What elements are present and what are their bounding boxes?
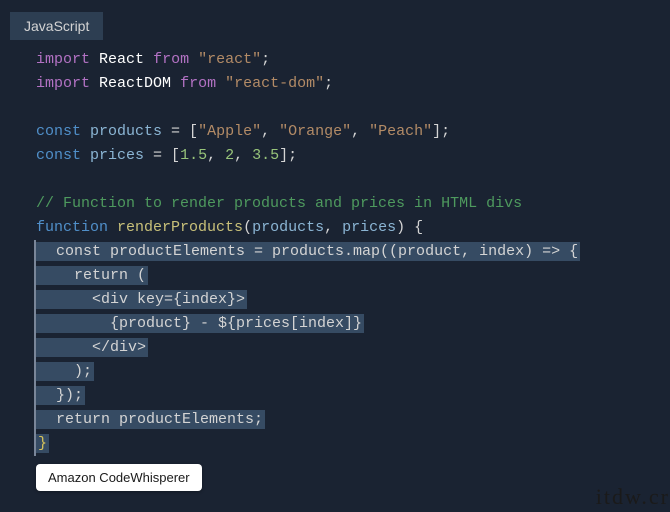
code-line: import ReactDOM from "react-dom";	[36, 72, 670, 96]
punct: ;	[324, 75, 333, 92]
module-name: React	[99, 51, 144, 68]
punct: ,	[234, 147, 252, 164]
keyword-import: import	[36, 75, 90, 92]
suggestion-line: });	[36, 384, 670, 408]
punct: ,	[351, 123, 369, 140]
suggestion-line: {product} - ${prices[index]}	[36, 312, 670, 336]
suggestion-line: );	[36, 360, 670, 384]
code-line: const prices = [1.5, 2, 3.5];	[36, 144, 670, 168]
string-literal: "react-dom"	[225, 75, 324, 92]
suggestion-line: return (	[36, 264, 670, 288]
module-name: ReactDOM	[99, 75, 171, 92]
number-literal: 2	[225, 147, 234, 164]
code-line: function renderProducts(products, prices…	[36, 216, 670, 240]
string-literal: "Peach"	[369, 123, 432, 140]
suggestion-text: return productElements;	[36, 410, 265, 429]
string-literal: "Orange"	[279, 123, 351, 140]
suggestion-line: return productElements;	[36, 408, 670, 432]
code-line: import React from "react";	[36, 48, 670, 72]
keyword-function: function	[36, 219, 108, 236]
watermark: itdw.cr	[596, 484, 670, 510]
keyword-from: from	[180, 75, 216, 92]
keyword-const: const	[36, 147, 81, 164]
blank-line	[36, 168, 670, 192]
suggestion-text: }	[36, 434, 49, 453]
code-line: const products = ["Apple", "Orange", "Pe…	[36, 120, 670, 144]
punct: ];	[432, 123, 450, 140]
suggestion-line: <div key={index}>	[36, 288, 670, 312]
string-literal: "react"	[198, 51, 261, 68]
blank-line	[36, 96, 670, 120]
punct: ,	[261, 123, 279, 140]
suggestion-text: return (	[36, 266, 148, 285]
punct: = [	[162, 123, 198, 140]
keyword-import: import	[36, 51, 90, 68]
keyword-from: from	[153, 51, 189, 68]
keyword-const: const	[36, 123, 81, 140]
param: products	[252, 219, 324, 236]
suggestion-text: </div>	[36, 338, 148, 357]
string-literal: "Apple"	[198, 123, 261, 140]
punct: ];	[279, 147, 297, 164]
suggestion-line: const productElements = products.map((pr…	[36, 240, 670, 264]
suggestion-text: });	[36, 386, 85, 405]
code-editor: import React from "react"; import ReactD…	[0, 40, 670, 456]
variable-name: products	[90, 123, 162, 140]
suggestion-line: }	[36, 432, 670, 456]
number-literal: 3.5	[252, 147, 279, 164]
number-literal: 1.5	[180, 147, 207, 164]
language-tab: JavaScript	[10, 12, 103, 40]
suggestion-text: const productElements = products.map((pr…	[36, 242, 580, 261]
punct: ;	[261, 51, 270, 68]
punct: ,	[324, 219, 342, 236]
punct: (	[243, 219, 252, 236]
codewhisperer-badge: Amazon CodeWhisperer	[36, 464, 202, 491]
suggestion-text: {product} - ${prices[index]}	[36, 314, 364, 333]
suggestion-text: <div key={index}>	[36, 290, 247, 309]
suggestion-line: </div>	[36, 336, 670, 360]
punct: = [	[144, 147, 180, 164]
punct: ) {	[396, 219, 423, 236]
function-name: renderProducts	[117, 219, 243, 236]
variable-name: prices	[90, 147, 144, 164]
comment-line: // Function to render products and price…	[36, 192, 670, 216]
punct: ,	[207, 147, 225, 164]
param: prices	[342, 219, 396, 236]
suggestion-text: );	[36, 362, 94, 381]
suggestion-block: const productElements = products.map((pr…	[34, 240, 670, 456]
